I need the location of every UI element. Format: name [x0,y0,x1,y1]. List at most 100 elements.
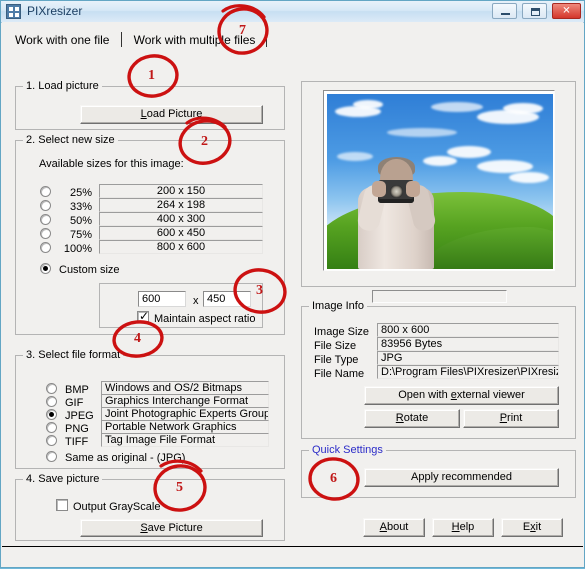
preview-frame[interactable] [323,90,555,271]
radio-format-gif[interactable] [46,396,57,407]
about-label-rest: bout [386,521,409,533]
load-picture-button[interactable]: Load Picture [80,105,263,124]
exit-button[interactable]: Exit [501,518,563,537]
custom-height-input[interactable]: 450 [203,291,251,307]
help-accel: H [451,521,460,533]
preview-panel [301,81,576,287]
format-desc-tiff: Tag Image File Format [101,433,269,447]
about-accel: A [379,521,387,533]
rotate-label-rest: otate [403,412,429,424]
tab-separator-2 [266,32,268,47]
size-label-50: 50% [69,215,92,227]
radio-format-bmp[interactable] [46,383,57,394]
close-button[interactable]: ✕ [552,3,581,19]
group-quick-settings: Quick Settings Apply recommended [301,444,576,498]
size-label-75: 75% [69,229,92,241]
pixresizer-window: PIXresizer ✕ Work with one file Work wit… [0,0,585,568]
save-picture-button[interactable]: Save Picture [80,519,263,537]
radio-size-33[interactable] [40,200,51,211]
window-title: PIXresizer [27,4,83,18]
format-name-png: PNG [65,423,89,435]
group-file-format-caption: 3. Select file format [23,349,124,361]
open-viewer-label-a: Open with [398,389,451,401]
custom-size-times: x [193,295,199,307]
format-desc-gif: Graphics Interchange Format [101,394,269,408]
group-select-size-caption: 2. Select new size [23,134,118,146]
size-label-25: 25% [69,187,92,199]
format-desc-png: Portable Network Graphics [101,420,269,434]
maintain-aspect-ratio-label: Maintain aspect ratio [154,313,256,325]
radio-size-100[interactable] [40,242,51,253]
title-bar: PIXresizer ✕ [1,1,584,23]
group-load-picture: 1. Load picture Load Picture [15,80,285,130]
group-file-format: 3. Select file format BMP Windows and OS… [15,349,285,469]
radio-format-tiff[interactable] [46,435,57,446]
help-label-rest: elp [459,521,475,533]
print-button[interactable]: Print [463,409,559,428]
size-dimensions-100: 800 x 600 [99,240,263,254]
image-size-value: 800 x 600 [377,323,559,337]
open-external-viewer-button[interactable]: Open with external viewer [364,386,559,405]
about-button[interactable]: About [363,518,425,537]
rotate-button[interactable]: Rotate [364,409,460,428]
photo-person [355,157,438,269]
group-quick-settings-caption: Quick Settings [309,444,386,456]
file-type-value: JPG [377,351,559,365]
radio-format-jpeg[interactable] [46,409,57,420]
apply-recommended-label: Apply recommended [411,471,512,483]
exit-label-b: it [535,521,542,533]
open-viewer-label-b: xternal viewer [456,389,525,401]
radio-custom-size[interactable] [40,263,51,274]
tab-separator-1 [120,32,122,47]
format-name-tiff: TIFF [65,436,89,448]
radio-format-same-as-original[interactable] [46,451,57,462]
maximize-icon [530,8,540,16]
maintain-aspect-ratio-checkbox[interactable] [137,309,149,323]
group-save-picture: 4. Save picture Output GrayScale Save Pi… [15,473,285,541]
size-label-33: 33% [69,201,92,213]
help-button[interactable]: Help [432,518,494,537]
file-name-label: File Name [314,368,365,380]
available-sizes-label: Available sizes for this image: [39,158,184,170]
file-size-label: File Size [314,340,357,352]
save-picture-accel: S [140,521,148,534]
radio-size-50[interactable] [40,214,51,225]
print-accel: P [499,412,508,424]
output-grayscale-checkbox[interactable] [56,499,68,511]
size-dimensions-33: 264 x 198 [99,198,263,212]
window-controls: ✕ [490,3,581,20]
group-save-picture-caption: 4. Save picture [23,473,103,485]
maximize-button[interactable] [521,3,547,19]
apply-recommended-button[interactable]: Apply recommended [364,468,559,487]
group-image-info: Image Info Image Size 800 x 600 File Siz… [301,300,576,439]
file-size-value: 83956 Bytes [377,337,559,351]
group-image-info-caption: Image Info [309,300,367,312]
radio-format-png[interactable] [46,422,57,433]
close-icon: ✕ [562,5,571,17]
custom-size-label: Custom size [59,264,120,276]
custom-size-panel: 600 x 450 Maintain aspect ratio [99,283,263,328]
format-desc-bmp: Windows and OS/2 Bitmaps [101,381,269,395]
file-name-value: D:\Program Files\PIXresizer\PIXresiz [377,365,559,379]
format-name-jpeg: JPEG [65,410,94,422]
custom-width-input[interactable]: 600 [138,291,186,307]
print-label-rest: rint [507,412,523,424]
image-size-label: Image Size [314,326,370,338]
radio-size-75[interactable] [40,228,51,239]
group-load-picture-caption: 1. Load picture [23,80,102,92]
format-same-as-original-label: Same as original - (JPG) [65,452,186,464]
radio-size-25[interactable] [40,186,51,197]
tab-work-with-multiple-files[interactable]: Work with multiple files [134,32,264,48]
tab-work-with-one-file[interactable]: Work with one file [15,32,117,48]
size-dimensions-25: 200 x 150 [99,184,263,198]
minimize-button[interactable] [491,3,517,19]
size-dimensions-50: 400 x 300 [99,212,263,226]
load-picture-label-rest: oad Picture [146,108,203,120]
tab-bar: Work with one file Work with multiple fi… [15,32,271,48]
format-desc-jpeg: Joint Photographic Experts Group [101,407,269,421]
rotate-accel: R [395,412,404,424]
preview-subpanel [372,290,507,303]
format-name-gif: GIF [65,397,84,409]
size-dimensions-75: 600 x 450 [99,226,263,240]
group-select-size: 2. Select new size Available sizes for t… [15,134,285,335]
